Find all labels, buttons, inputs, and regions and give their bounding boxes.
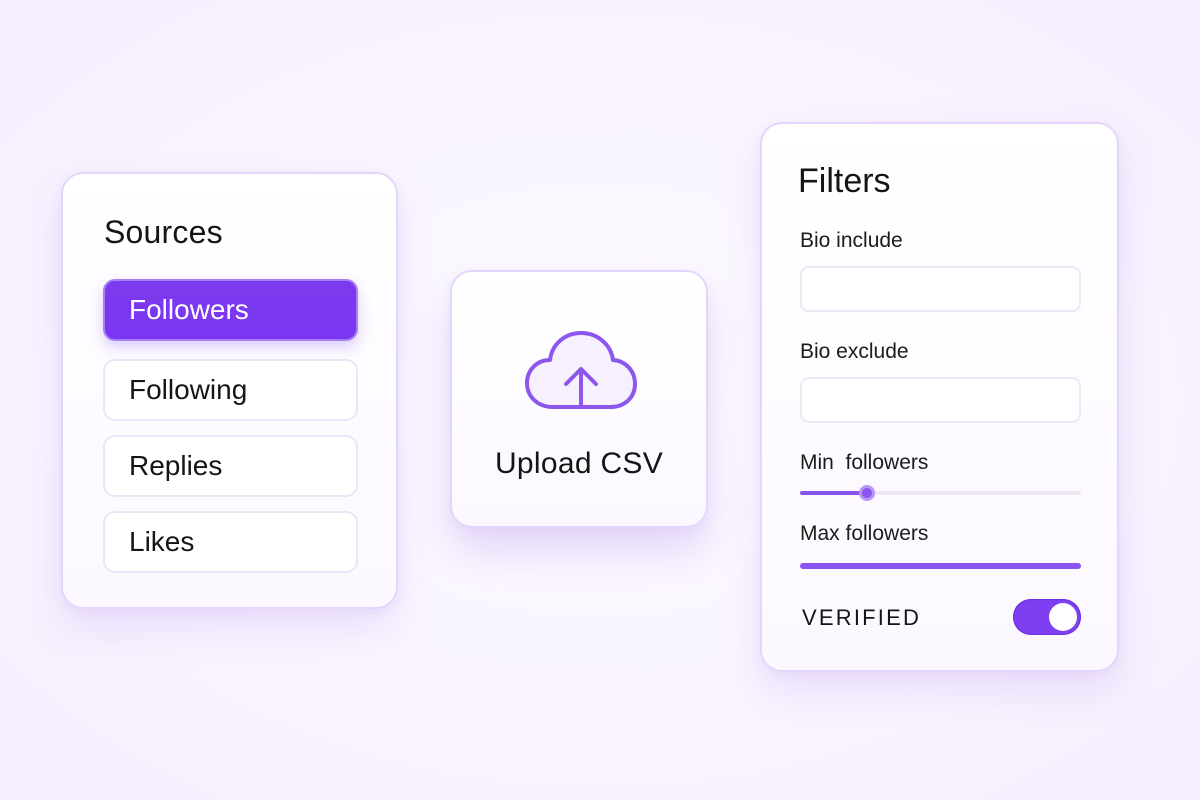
upload-label: Upload CSV <box>494 447 664 480</box>
bio-include-label: Bio include <box>800 229 903 252</box>
min-followers-slider[interactable] <box>800 482 1081 504</box>
filters-title: Filters <box>798 162 891 200</box>
sources-panel: Sources Followers Following Replies Like… <box>61 172 398 609</box>
bio-exclude-label: Bio exclude <box>800 340 909 363</box>
max-followers-slider[interactable] <box>800 555 1081 577</box>
bio-exclude-input[interactable] <box>800 377 1081 423</box>
cloud-upload-icon <box>525 331 637 409</box>
min-followers-label: Min followers <box>800 451 929 474</box>
source-item-likes[interactable]: Likes <box>103 511 358 573</box>
verified-toggle[interactable] <box>1013 599 1081 635</box>
upload-csv-button[interactable]: Upload CSV <box>450 270 708 528</box>
source-item-label: Followers <box>129 294 249 325</box>
toggle-knob <box>1049 603 1077 631</box>
source-item-following[interactable]: Following <box>103 359 358 421</box>
sources-title: Sources <box>104 214 223 250</box>
source-item-label: Likes <box>129 526 195 557</box>
slider-thumb[interactable] <box>859 485 876 501</box>
source-item-replies[interactable]: Replies <box>103 435 358 497</box>
slider-fill <box>800 563 1081 569</box>
max-followers-label: Max followers <box>800 522 929 545</box>
source-item-followers[interactable]: Followers <box>103 279 358 341</box>
verified-label: VERIFIED <box>802 605 922 630</box>
slider-fill <box>800 491 868 495</box>
source-item-label: Following <box>129 374 248 405</box>
filters-panel: Filters Bio include Bio exclude Min foll… <box>760 122 1119 672</box>
bio-include-input[interactable] <box>800 266 1081 312</box>
source-item-label: Replies <box>129 450 223 481</box>
